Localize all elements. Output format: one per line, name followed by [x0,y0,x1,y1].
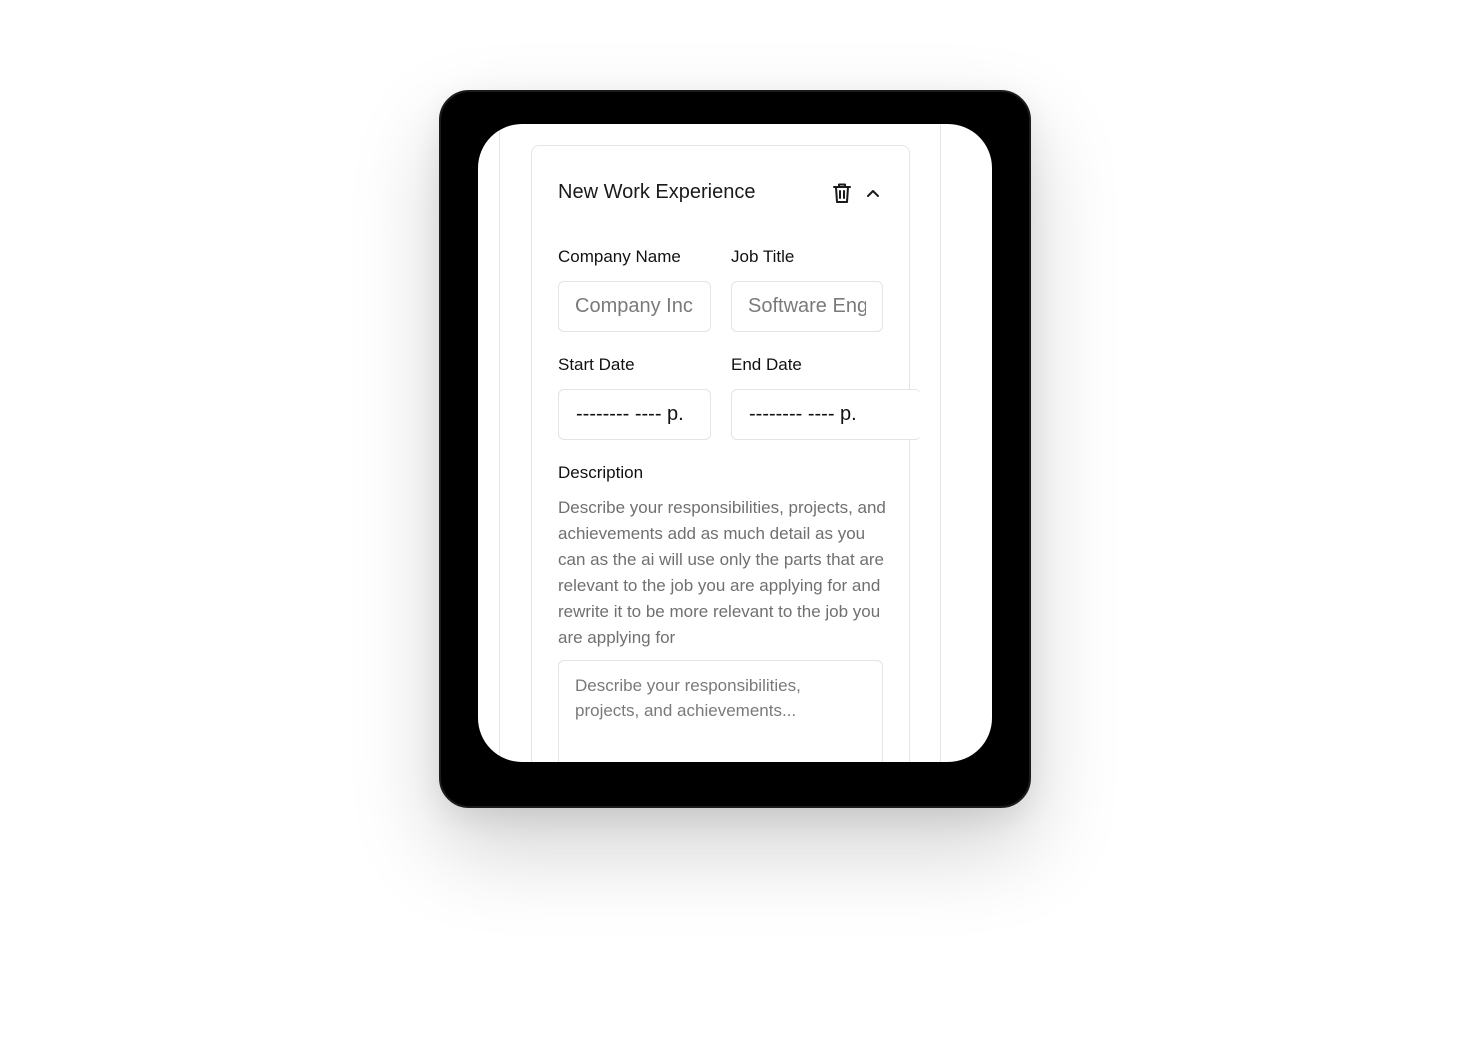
device-screen: New Work Experience Company Name Job Tit… [478,124,992,762]
end-date-input[interactable]: -------- ---- р. [731,389,921,440]
description-textarea[interactable] [558,660,883,762]
description-helper-text: Describe your responsibilities, projects… [558,498,886,647]
description-label: Description [558,463,644,482]
end-date-label: End Date [731,355,802,374]
collapse-card-button[interactable] [861,181,885,205]
trash-icon [833,183,851,203]
card-title: New Work Experience [558,181,756,203]
start-date-label: Start Date [558,355,635,374]
job-title-input[interactable] [731,281,883,332]
job-title-label: Job Title [731,247,795,266]
company-name-label: Company Name [558,247,681,266]
work-experience-card: New Work Experience Company Name Job Tit… [531,145,921,762]
company-name-input[interactable] [558,281,711,332]
start-date-input[interactable]: -------- ---- р. [558,389,711,440]
delete-experience-button[interactable] [830,181,854,205]
chevron-up-icon [867,190,879,197]
device-frame: New Work Experience Company Name Job Tit… [439,90,1031,808]
